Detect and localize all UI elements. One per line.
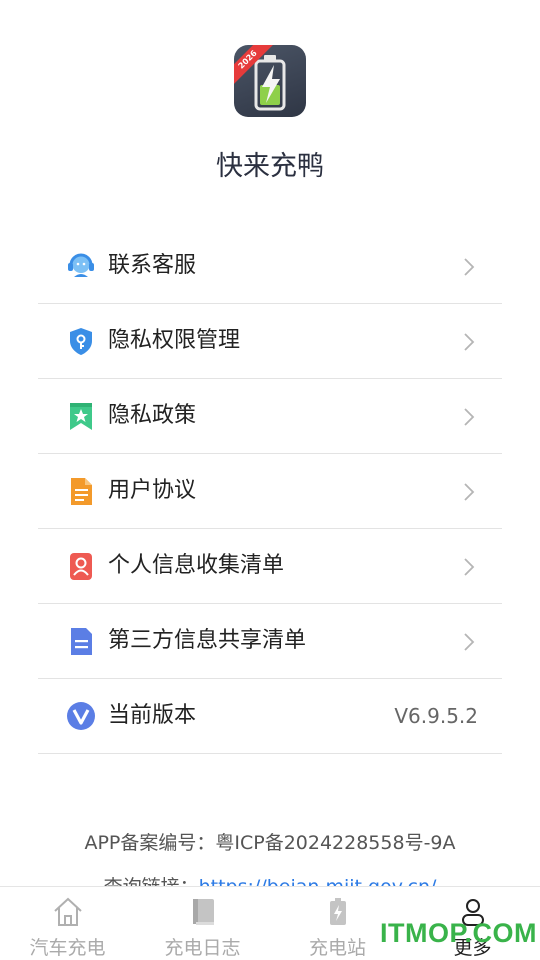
tab-car-charging[interactable]: 汽车充电 [0,887,135,960]
menu-item-label: 当前版本 [108,703,197,728]
menu-item-personal-info-list[interactable]: 个人信息收集清单 [38,529,502,604]
menu-item-third-party-sharing[interactable]: 第三方信息共享清单 [38,604,502,679]
menu-item-privacy-policy[interactable]: 隐私政策 [38,379,502,454]
version-number: V6.9.5.2 [394,704,478,728]
bookmark-star-icon [70,403,92,430]
book-icon [192,899,214,925]
chevron-right-icon [464,558,475,576]
tab-charging-log[interactable]: 充电日志 [135,887,270,960]
chevron-right-icon [464,483,475,501]
home-icon [53,897,82,926]
menu-item-label: 联系客服 [108,253,197,278]
menu-item-label: 个人信息收集清单 [108,553,285,578]
person-card-icon [70,553,92,580]
menu-item-current-version[interactable]: 当前版本 V6.9.5.2 [38,679,502,754]
privacy-shield-icon [70,328,92,355]
app-name: 快来充鸭 [216,151,324,182]
customer-service-icon [68,253,94,277]
menu-item-label: 用户协议 [108,478,197,503]
document-icon [71,478,92,505]
settings-menu: 联系客服 隐私权限管理 隐私政策 用户协议 个人信息收集清单 第三方信息共享清单… [38,229,502,754]
menu-item-label: 第三方信息共享清单 [108,628,307,653]
chevron-right-icon [464,633,475,651]
tab-label: 充电日志 [164,937,241,959]
tab-label: 汽车充电 [29,937,106,959]
menu-item-label: 隐私政策 [108,403,197,428]
watermark: ITMOP.COM [380,918,538,948]
menu-item-customer-service[interactable]: 联系客服 [38,229,502,304]
menu-item-label: 隐私权限管理 [108,328,241,353]
chevron-right-icon [464,333,475,351]
version-v-icon [67,702,95,730]
menu-item-privacy-permissions[interactable]: 隐私权限管理 [38,304,502,379]
list-document-icon [71,628,92,655]
battery-icon [329,898,346,925]
chevron-right-icon [464,408,475,426]
icp-record: APP备案编号：粤ICP备2024228558号-9A [84,832,456,854]
app-logo: 2026 [234,45,306,117]
chevron-right-icon [464,258,475,276]
menu-item-user-agreement[interactable]: 用户协议 [38,454,502,529]
